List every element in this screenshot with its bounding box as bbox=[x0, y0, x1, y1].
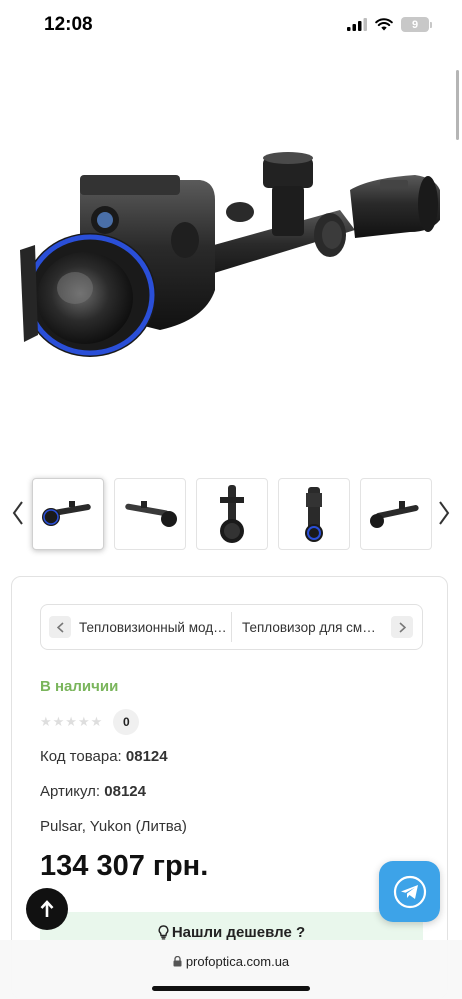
url-display[interactable]: profoptica.com.ua bbox=[0, 954, 462, 969]
telegram-icon bbox=[393, 875, 426, 908]
gallery-next-button[interactable] bbox=[438, 500, 450, 533]
telegram-chat-button[interactable] bbox=[379, 861, 440, 922]
status-bar: 12:08 9 bbox=[0, 0, 462, 50]
gallery-thumbnail[interactable] bbox=[32, 478, 104, 550]
divider bbox=[231, 612, 232, 642]
product-image[interactable] bbox=[10, 120, 440, 380]
gallery-thumbnail[interactable] bbox=[278, 478, 350, 550]
product-article: Артикул: 08124 bbox=[40, 783, 146, 800]
found-cheaper-label: Нашли дешевле ? bbox=[171, 923, 306, 941]
gallery-prev-button[interactable] bbox=[12, 500, 24, 533]
category-carousel: Тепловизионный модуль Тепловизор для сма… bbox=[40, 604, 423, 650]
scroll-to-top-button[interactable] bbox=[26, 888, 68, 930]
rating-stars[interactable]: ★★★★★ bbox=[40, 714, 103, 730]
gallery-thumbnail[interactable] bbox=[360, 478, 432, 550]
home-indicator[interactable] bbox=[152, 986, 310, 991]
chevron-right-icon bbox=[439, 501, 450, 525]
category-link[interactable]: Тепловизор для смартфона bbox=[242, 620, 383, 635]
scroll-indicator bbox=[456, 70, 459, 140]
browser-address-bar[interactable]: profoptica.com.ua bbox=[0, 940, 462, 999]
arrow-up-icon bbox=[40, 900, 54, 917]
battery-icon: 9 bbox=[401, 17, 432, 32]
chevron-left-icon bbox=[56, 621, 64, 633]
gallery-thumbnail[interactable] bbox=[114, 478, 186, 550]
gallery-thumbnail[interactable] bbox=[196, 478, 268, 550]
chevron-right-icon bbox=[398, 621, 406, 633]
chevron-left-icon bbox=[12, 501, 23, 525]
status-time: 12:08 bbox=[44, 14, 93, 35]
product-article-value: 08124 bbox=[104, 783, 146, 800]
product-price: 134 307 грн. bbox=[40, 850, 209, 882]
lightbulb-icon bbox=[158, 924, 169, 939]
image-gallery bbox=[0, 470, 462, 560]
product-code-value: 08124 bbox=[125, 748, 168, 765]
category-next-button[interactable] bbox=[391, 616, 413, 638]
availability-status: В наличии bbox=[40, 678, 119, 695]
lock-icon bbox=[173, 955, 182, 967]
cellular-signal-icon bbox=[347, 18, 367, 31]
status-icons: 9 bbox=[347, 17, 432, 32]
product-article-label: Артикул: bbox=[40, 783, 101, 800]
product-info-card: Тепловизионный модуль Тепловизор для сма… bbox=[11, 576, 448, 999]
product-brand: Pulsar, Yukon (Литва) bbox=[40, 818, 187, 835]
category-link[interactable]: Тепловизионный модуль bbox=[79, 620, 229, 635]
wifi-icon bbox=[375, 18, 393, 31]
product-code-label: Код товара: bbox=[40, 748, 122, 765]
product-code: Код товара: 08124 bbox=[40, 748, 168, 765]
rating-count-badge: 0 bbox=[113, 709, 140, 735]
product-rating[interactable]: ★★★★★ 0 bbox=[40, 709, 140, 735]
url-text: profoptica.com.ua bbox=[185, 954, 290, 969]
battery-level: 9 bbox=[401, 17, 429, 32]
category-prev-button[interactable] bbox=[49, 616, 71, 638]
